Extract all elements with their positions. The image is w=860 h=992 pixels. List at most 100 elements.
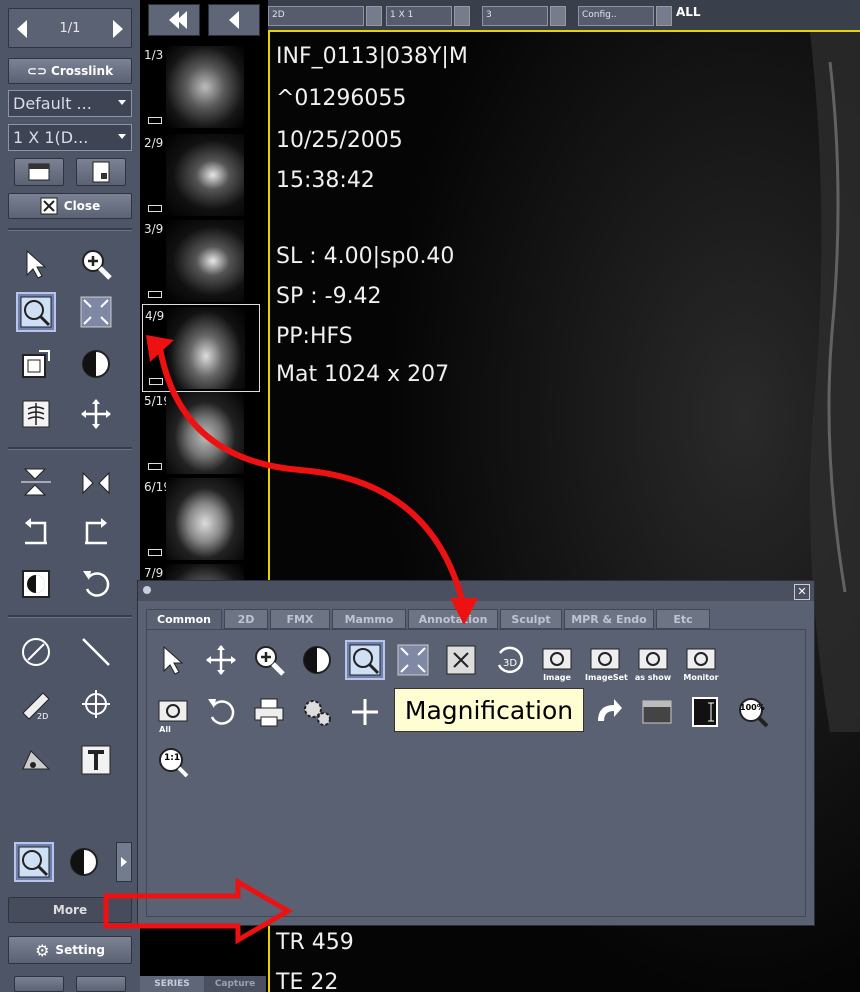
flip-horizontal-tool[interactable] <box>76 462 116 502</box>
undo-icon <box>83 571 110 597</box>
patient-position: PP:HFS <box>276 324 353 349</box>
magnification-tool[interactable] <box>16 292 56 332</box>
series-thumbnail-selected[interactable]: 4/9 <box>142 304 260 392</box>
link-icon: ⊂⊃ <box>26 64 48 78</box>
bottom-window-button[interactable] <box>14 976 64 992</box>
camera-icon <box>542 648 572 670</box>
fit-screen-tool[interactable] <box>76 292 116 332</box>
bottom-export-button[interactable] <box>76 976 126 992</box>
rotate-right-tool[interactable] <box>76 512 116 552</box>
tab-mammo[interactable]: Mammo <box>332 609 406 629</box>
angle-tool[interactable] <box>16 740 56 780</box>
line-tool[interactable] <box>76 632 116 672</box>
xray-tool[interactable] <box>16 394 56 434</box>
patient-id: ^01296055 <box>276 86 407 111</box>
series-thumbnail[interactable]: 5/19 <box>142 390 258 476</box>
crosslink-button[interactable]: ⊂⊃ Crosslink <box>8 58 132 84</box>
undo-tool[interactable] <box>201 692 241 732</box>
series-tab[interactable]: SERIES <box>140 976 204 992</box>
rotate-right-icon <box>85 518 107 545</box>
tab-fmx[interactable]: FMX <box>270 609 330 629</box>
print-tool[interactable] <box>249 692 289 732</box>
tab-etc[interactable]: Etc <box>656 609 710 629</box>
tab-annotation[interactable]: Annotation <box>408 609 498 629</box>
palette-title-bar[interactable]: ✕ <box>138 581 814 601</box>
cut-tool[interactable] <box>441 640 481 680</box>
arrow-icon <box>598 699 622 721</box>
capture-as-show-button[interactable]: as show <box>633 640 673 682</box>
ruler-2d-tool[interactable]: 2D <box>16 684 56 724</box>
close-button[interactable]: Close <box>8 193 132 219</box>
layout-grid-combo[interactable]: 1 X 1(D... <box>8 124 132 151</box>
zoom-1-1-tool[interactable]: 1:1 <box>153 742 193 782</box>
window-layout-button[interactable] <box>14 158 64 186</box>
next-page-icon[interactable] <box>113 20 123 38</box>
count-combo[interactable]: 3 <box>482 6 548 26</box>
settings-tool[interactable] <box>297 692 337 732</box>
zoom-tool[interactable] <box>76 244 116 284</box>
series-thumbnail[interactable]: 3/9 <box>142 218 258 304</box>
config-dropdown-arrow-icon[interactable] <box>656 6 672 26</box>
more-button[interactable]: More <box>8 897 132 923</box>
scout-line-tool[interactable] <box>685 692 725 732</box>
magnifier-icon <box>18 846 50 878</box>
text-tool[interactable] <box>76 740 116 780</box>
setting-button[interactable]: ⚙ Setting <box>8 936 132 964</box>
fit-expand-icon <box>397 644 429 676</box>
quick-magnification-tool[interactable] <box>14 842 54 882</box>
series-thumbnail[interactable]: 6/19 <box>142 476 258 562</box>
tab-mpr-endo[interactable]: MPR & Endo <box>564 609 654 629</box>
count-dropdown-arrow-icon[interactable] <box>550 6 566 26</box>
ellipse-roi-tool[interactable] <box>16 632 56 672</box>
layout-tool[interactable] <box>637 692 677 732</box>
flip-vertical-tool[interactable] <box>16 462 56 502</box>
zoom-100-tool[interactable]: 100% <box>733 692 773 732</box>
prev-page-icon[interactable] <box>17 20 27 38</box>
quick-window-level-tool[interactable] <box>64 842 104 882</box>
capture-image-button[interactable]: Image <box>537 640 577 682</box>
series-thumbnail[interactable]: 1/3 <box>142 44 258 130</box>
tab-common[interactable]: Common <box>146 609 222 629</box>
zoom-tool[interactable] <box>249 640 289 680</box>
fit-screen-tool[interactable] <box>393 640 433 680</box>
flip-horizontal-icon <box>82 471 110 495</box>
capture-all-button[interactable]: All <box>153 692 193 734</box>
capture-monitor-button[interactable]: Monitor <box>681 640 721 682</box>
config-combo[interactable]: Config.. <box>578 6 654 26</box>
pan-tool[interactable] <box>76 394 116 434</box>
rotate-3d-tool[interactable]: 3D <box>489 640 529 680</box>
first-series-button[interactable] <box>148 4 200 36</box>
undo-tool[interactable] <box>76 564 116 604</box>
window-level-tool[interactable] <box>297 640 337 680</box>
mode-combo[interactable]: 2D <box>268 6 364 26</box>
image-rotate-tool[interactable] <box>16 344 56 384</box>
crosshair-tool[interactable] <box>76 684 116 724</box>
document-layout-button[interactable] <box>76 158 126 186</box>
rotate-left-tool[interactable] <box>16 512 56 552</box>
capture-label: All <box>159 725 171 734</box>
invert-tool[interactable] <box>16 564 56 604</box>
hidden-tool[interactable] <box>345 692 385 732</box>
tab-sculpt[interactable]: Sculpt <box>500 609 562 629</box>
svg-text:2D: 2D <box>37 712 48 721</box>
prev-series-button[interactable] <box>208 4 260 36</box>
config-value: Config.. <box>582 10 617 20</box>
move-arrows-icon <box>206 645 236 675</box>
capture-imageset-button[interactable]: ImageSet <box>585 640 628 682</box>
tab-2d[interactable]: 2D <box>224 609 268 629</box>
capture-tab[interactable]: Capture <box>204 976 266 992</box>
window-level-tool[interactable] <box>76 344 116 384</box>
mode-dropdown-arrow-icon[interactable] <box>366 6 382 26</box>
grid-dropdown-arrow-icon[interactable] <box>454 6 470 26</box>
magnification-tool[interactable] <box>345 640 385 680</box>
pan-tool[interactable] <box>201 640 241 680</box>
grid-combo[interactable]: 1 X 1 <box>386 6 452 26</box>
pointer-tool[interactable] <box>16 244 56 284</box>
close-icon[interactable]: ✕ <box>794 584 810 600</box>
series-thumbnail[interactable]: 2/9 <box>142 132 258 218</box>
all-button[interactable]: ALL <box>676 4 724 26</box>
pointer-tool[interactable] <box>153 640 193 680</box>
layout-preset-combo[interactable]: Default ... <box>8 90 132 117</box>
expand-quick-tools-icon[interactable] <box>116 842 132 882</box>
next-image-tool[interactable] <box>589 692 629 732</box>
